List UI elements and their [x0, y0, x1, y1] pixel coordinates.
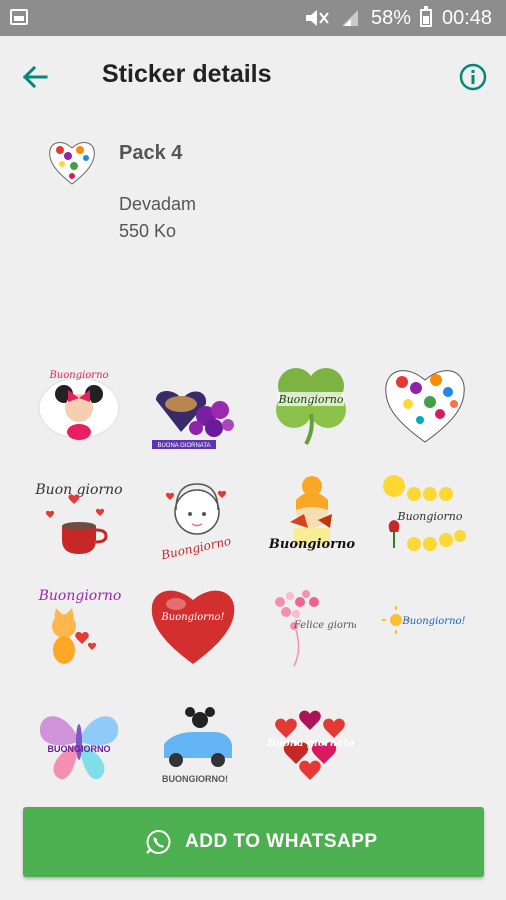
sticker-text: Buongiorno: [159, 534, 232, 563]
sticker-mickey-car[interactable]: BUONGIORNO!: [150, 700, 240, 790]
sticker-text: Buongiorno: [38, 588, 122, 604]
sticker-text: Buongiorno!: [401, 616, 465, 627]
sticker-text: Buona giornata: [266, 738, 354, 749]
sticker-text: Buongiorno: [396, 510, 462, 523]
sticker-text: BUONGIORNO: [48, 744, 111, 754]
add-to-whatsapp-button[interactable]: ADD TO WHATSAPP: [23, 807, 484, 877]
status-bar: 58% 00:48: [0, 0, 506, 36]
add-to-whatsapp-label: ADD TO WHATSAPP: [185, 831, 378, 852]
sticker-text: BUONGIORNO!: [162, 774, 228, 784]
sticker-golden-woman-leaves[interactable]: Buongiorno: [266, 470, 356, 560]
pack-author: Devadam: [119, 194, 197, 214]
battery-icon: [420, 6, 432, 27]
sticker-red-heart[interactable]: Buongiorno!: [148, 580, 238, 670]
sticker-text: Buongiorno: [268, 537, 356, 552]
sticker-sketch-girl[interactable]: Buongiorno: [152, 474, 242, 564]
sticker-buongiorno-sun[interactable]: Buongiorno!: [380, 580, 470, 670]
sticker-text: BUONA GIORNATA: [157, 443, 210, 449]
sticker-flower-heart[interactable]: [380, 358, 470, 448]
app-bar: Sticker details: [0, 36, 506, 120]
clock: 00:48: [442, 7, 493, 29]
signal-icon: [342, 10, 358, 26]
sticker-minnie-buongiorno[interactable]: Buongiorno: [34, 360, 124, 450]
sticker-text: Felice giornata: [293, 620, 356, 631]
sticker-butterfly[interactable]: BUONGIORNO: [34, 698, 124, 788]
battery-percent: 58%: [371, 7, 412, 29]
notification-image-icon: [10, 9, 28, 25]
pack-name: Pack 4: [119, 142, 183, 164]
page-title: Sticker details: [102, 60, 272, 88]
sticker-buongiorno-coffee-hearts[interactable]: Buon giorno: [34, 474, 124, 564]
sticker-coffee-purple-flowers[interactable]: BUONA GIORNATA: [148, 370, 238, 460]
info-circle-icon[interactable]: [458, 62, 488, 92]
sticker-green-clover[interactable]: Buongiorno: [266, 358, 356, 448]
sticker-text: Buongiorno: [277, 393, 343, 406]
pack-thumbnail: [49, 142, 95, 185]
mute-icon: [306, 10, 329, 26]
pack-size: 550 Ko: [119, 221, 177, 241]
whatsapp-icon: [146, 829, 171, 854]
sticker-pink-heart-felice-giornata[interactable]: Felice giornata: [266, 584, 356, 674]
sticker-text: Buongiorno!: [160, 612, 224, 623]
arrow-left-icon[interactable]: [18, 60, 52, 94]
sticker-emoji-kisses[interactable]: Buongiorno: [380, 470, 470, 560]
sticker-text: Buongiorno: [48, 370, 108, 381]
sticker-hearts-cluster[interactable]: Buona giornata: [266, 700, 356, 790]
sticker-kitten-hearts[interactable]: Buongiorno: [34, 582, 124, 672]
